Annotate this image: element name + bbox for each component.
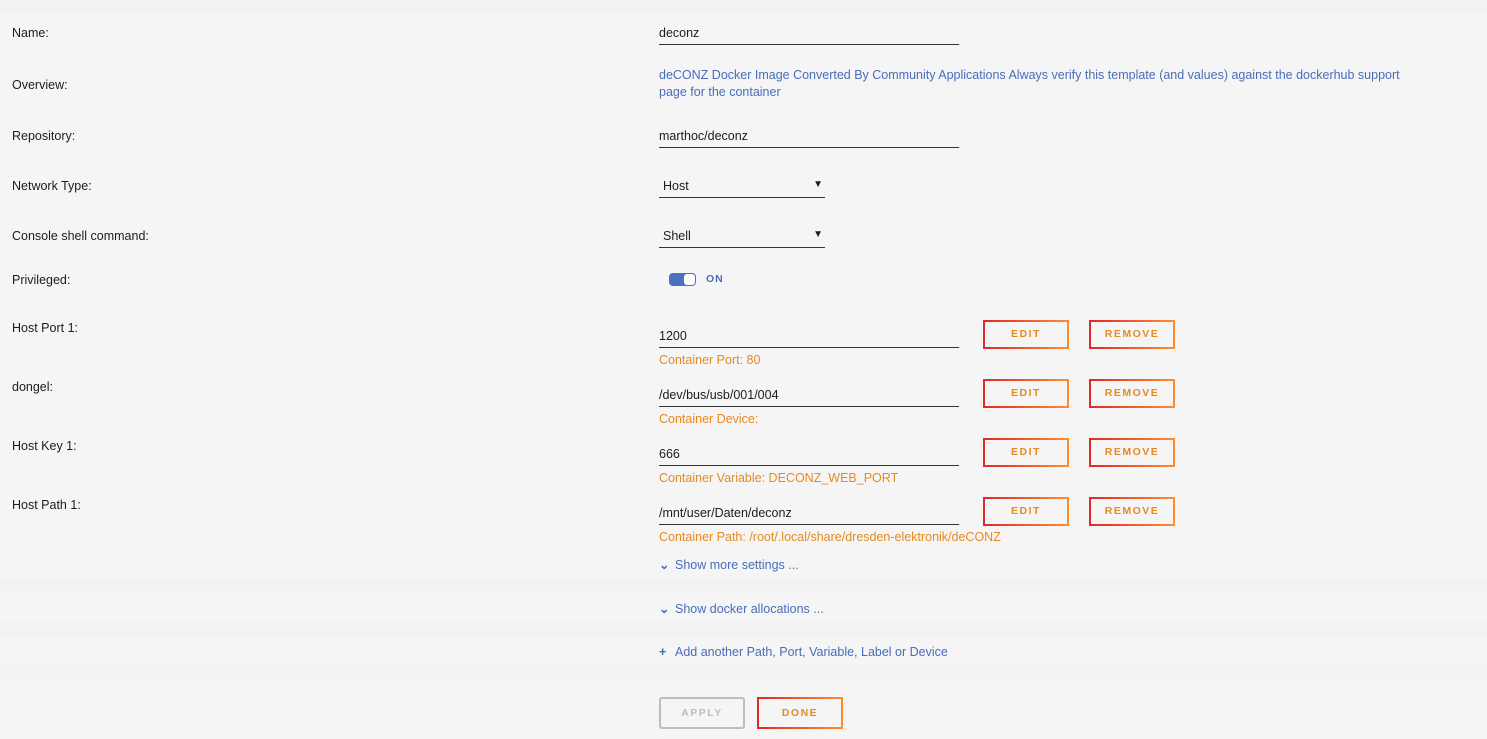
host-key-label: Host Key 1: bbox=[12, 439, 77, 453]
caret-down-icon: ▼ bbox=[813, 229, 823, 240]
host-path-label: Host Path 1: bbox=[12, 498, 81, 512]
apply-button[interactable]: APPLY bbox=[659, 697, 745, 729]
repository-label: Repository: bbox=[12, 129, 76, 143]
host-key-edit-button[interactable]: EDIT bbox=[983, 438, 1069, 467]
dongel-edit-button[interactable]: EDIT bbox=[983, 379, 1069, 408]
network-type-label: Network Type: bbox=[12, 179, 92, 193]
privileged-state: ON bbox=[706, 273, 724, 285]
show-docker-allocations-link[interactable]: ⌄ Show docker allocations ... bbox=[659, 601, 824, 616]
host-path-remove-button[interactable]: REMOVE bbox=[1089, 497, 1175, 526]
container-path-hint: Container Path: /root/.local/share/dresd… bbox=[659, 530, 1001, 544]
dongel-input[interactable]: /dev/bus/usb/001/004 bbox=[659, 386, 959, 407]
show-more-settings-link[interactable]: ⌄ Show more settings ... bbox=[659, 557, 799, 572]
container-port-hint: Container Port: 80 bbox=[659, 353, 761, 367]
host-port-remove-button[interactable]: REMOVE bbox=[1089, 320, 1175, 349]
host-path-input[interactable]: /mnt/user/Daten/deconz bbox=[659, 504, 959, 525]
name-label: Name: bbox=[12, 26, 49, 40]
toggle-knob bbox=[684, 274, 695, 285]
show-docker-allocations-label: Show docker allocations ... bbox=[675, 602, 824, 616]
overview-label: Overview: bbox=[12, 78, 68, 92]
host-port-input[interactable]: 1200 bbox=[659, 327, 959, 348]
dongel-label: dongel: bbox=[12, 380, 54, 394]
privileged-toggle[interactable] bbox=[669, 273, 696, 286]
console-shell-value: Shell bbox=[663, 229, 691, 243]
plus-icon: + bbox=[659, 645, 667, 659]
caret-down-icon: ▼ bbox=[813, 179, 823, 190]
add-another-label: Add another Path, Port, Variable, Label … bbox=[675, 645, 948, 659]
show-more-settings-label: Show more settings ... bbox=[675, 558, 799, 572]
host-port-label: Host Port 1: bbox=[12, 321, 78, 335]
repository-input[interactable]: marthoc/deconz bbox=[659, 127, 959, 148]
chevron-down-icon: ⌄ bbox=[659, 602, 670, 616]
name-input[interactable]: deconz bbox=[659, 24, 959, 45]
console-shell-label: Console shell command: bbox=[12, 229, 149, 243]
container-device-hint: Container Device: bbox=[659, 412, 759, 426]
privileged-label: Privileged: bbox=[12, 273, 71, 287]
done-button[interactable]: DONE bbox=[757, 697, 843, 729]
network-type-value: Host bbox=[663, 179, 689, 193]
overview-text: deCONZ Docker Image Converted By Communi… bbox=[659, 68, 1400, 99]
dongel-remove-button[interactable]: REMOVE bbox=[1089, 379, 1175, 408]
add-another-link[interactable]: + Add another Path, Port, Variable, Label… bbox=[659, 645, 948, 659]
host-key-input[interactable]: 666 bbox=[659, 445, 959, 466]
chevron-down-icon: ⌄ bbox=[659, 558, 670, 572]
network-type-select[interactable]: Host ▼ bbox=[659, 177, 825, 198]
console-shell-select[interactable]: Shell ▼ bbox=[659, 227, 825, 248]
host-port-edit-button[interactable]: EDIT bbox=[983, 320, 1069, 349]
host-key-remove-button[interactable]: REMOVE bbox=[1089, 438, 1175, 467]
host-path-edit-button[interactable]: EDIT bbox=[983, 497, 1069, 526]
container-variable-hint: Container Variable: DECONZ_WEB_PORT bbox=[659, 471, 899, 485]
